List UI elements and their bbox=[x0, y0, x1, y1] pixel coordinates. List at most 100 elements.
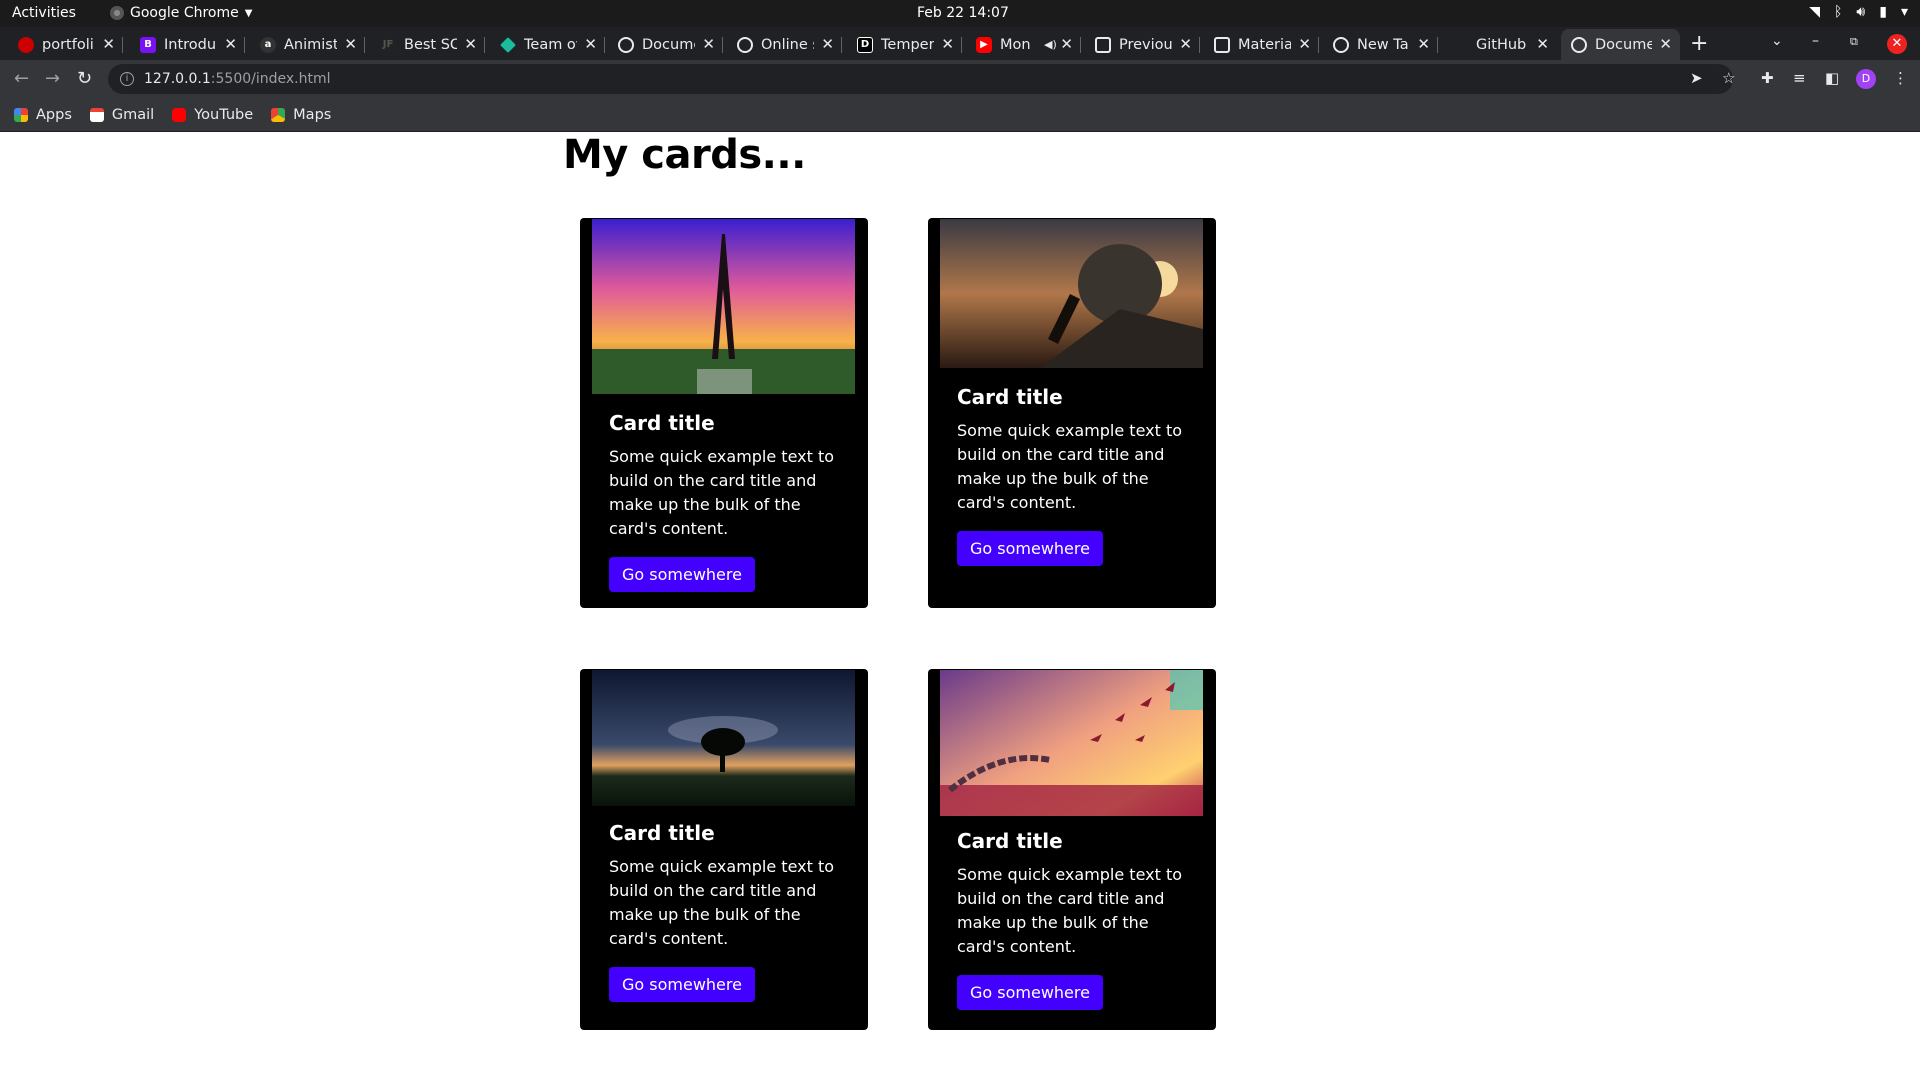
close-icon[interactable]: ✕ bbox=[821, 35, 834, 53]
tab[interactable]: D Temper ✕ bbox=[847, 29, 962, 60]
tab[interactable]: a Animist ✕ bbox=[250, 29, 365, 60]
card-title: Card title bbox=[609, 821, 715, 845]
browser-toolbar: ← → ↻ i 127.0.0.1:5500/index.html ➤ ☆ ✚ … bbox=[0, 60, 1920, 98]
profile-avatar[interactable]: D bbox=[1856, 69, 1876, 89]
card: Card title Some quick example text to bu… bbox=[580, 218, 868, 608]
url-text[interactable]: 127.0.0.1:5500/index.html bbox=[144, 71, 331, 87]
close-icon[interactable]: ✕ bbox=[1659, 35, 1672, 53]
caret-down-icon: ▼ bbox=[244, 7, 253, 19]
menu-kebab-icon[interactable]: ⋮ bbox=[1893, 69, 1908, 87]
bookmark-maps[interactable]: Maps bbox=[271, 107, 331, 123]
system-tray[interactable]: ◥ ᛒ 🔊︎ ▮ ▾ bbox=[1809, 4, 1908, 20]
close-icon[interactable]: ✕ bbox=[1417, 35, 1430, 53]
bootstrap-icon: B bbox=[140, 36, 156, 53]
close-icon[interactable]: ✕ bbox=[941, 35, 954, 53]
tab-title: Best SC bbox=[404, 36, 457, 53]
go-somewhere-button[interactable]: Go somewhere bbox=[609, 557, 755, 592]
close-icon[interactable]: ✕ bbox=[224, 35, 237, 53]
bookmark-gmail[interactable]: Gmail bbox=[89, 107, 154, 123]
close-icon[interactable]: ✕ bbox=[702, 35, 715, 53]
tab[interactable]: B Introdu ✕ bbox=[130, 29, 245, 60]
tab[interactable]: Online s ✕ bbox=[727, 29, 842, 60]
close-icon[interactable]: ✕ bbox=[1298, 35, 1311, 53]
wifi-icon[interactable]: ◥ bbox=[1809, 4, 1820, 20]
bluetooth-icon[interactable]: ᛒ bbox=[1834, 4, 1842, 20]
night-tree-image bbox=[592, 670, 855, 806]
boulder-push-image bbox=[940, 219, 1203, 368]
tab-title: Online s bbox=[761, 36, 814, 53]
tab-active[interactable]: Docume ✕ bbox=[1561, 29, 1680, 60]
portfolio-icon bbox=[18, 36, 34, 53]
bookmark-youtube[interactable]: YouTube bbox=[172, 107, 253, 123]
tab-strip: portfoli ✕ B Introdu ✕ a Animist ✕ JF Be… bbox=[0, 27, 1920, 60]
tab-title: Mon bbox=[1000, 36, 1031, 53]
chrome-icon bbox=[1333, 36, 1349, 53]
battery-icon[interactable]: ▮ bbox=[1879, 4, 1887, 20]
tray-caret-icon[interactable]: ▾ bbox=[1901, 4, 1908, 20]
tab-title: Introdu bbox=[164, 36, 217, 53]
birds-chain-image bbox=[940, 670, 1203, 816]
address-bar[interactable]: i 127.0.0.1:5500/index.html bbox=[108, 64, 1733, 94]
card-title: Card title bbox=[957, 385, 1063, 409]
new-tab-button[interactable]: + bbox=[1690, 31, 1708, 56]
go-somewhere-button[interactable]: Go somewhere bbox=[957, 531, 1103, 566]
tab-title: New Tal bbox=[1357, 36, 1410, 53]
bookmark-star-icon[interactable]: ☆ bbox=[1722, 69, 1735, 87]
bookmarks-bar: Apps Gmail YouTube Maps bbox=[0, 98, 1920, 132]
diamond-icon bbox=[500, 36, 516, 53]
tab[interactable]: Docume ✕ bbox=[608, 29, 723, 60]
card-text: Some quick example text to build on the … bbox=[957, 865, 1183, 956]
app-menu[interactable]: Google Chrome ▼ bbox=[110, 5, 252, 21]
tab-title: GitHub bbox=[1476, 36, 1527, 53]
tab[interactable]: ▶ Mon ◀) ✕ bbox=[966, 29, 1081, 60]
close-icon[interactable]: ✕ bbox=[344, 35, 357, 53]
go-somewhere-button[interactable]: Go somewhere bbox=[609, 967, 755, 1002]
close-icon[interactable]: ✕ bbox=[464, 35, 477, 53]
system-top-bar: Activities Google Chrome ▼ Feb 22 14:07 … bbox=[0, 0, 1920, 27]
forward-icon[interactable]: → bbox=[45, 68, 60, 89]
tab-title: Materia bbox=[1238, 36, 1291, 53]
card: Card title Some quick example text to bu… bbox=[928, 218, 1216, 608]
send-icon[interactable]: ➤ bbox=[1690, 69, 1703, 87]
site-info-icon[interactable]: i bbox=[120, 72, 134, 86]
bookmark-label: Maps bbox=[293, 106, 332, 123]
go-somewhere-button[interactable]: Go somewhere bbox=[957, 975, 1103, 1010]
side-panel-icon[interactable]: ◧ bbox=[1825, 69, 1839, 87]
reload-icon[interactable]: ↻ bbox=[77, 68, 92, 89]
audio-playing-icon[interactable]: ◀) bbox=[1044, 38, 1057, 51]
tab[interactable]: Previou ✕ bbox=[1085, 29, 1200, 60]
activities-button[interactable]: Activities bbox=[12, 5, 76, 21]
close-icon[interactable]: ✕ bbox=[1060, 35, 1073, 53]
tab[interactable]: New Tal ✕ bbox=[1323, 29, 1438, 60]
globe-icon bbox=[1571, 36, 1587, 53]
tab[interactable]: JF Best SC ✕ bbox=[370, 29, 485, 60]
tab[interactable]: Team ov ✕ bbox=[490, 29, 605, 60]
url-host: 127.0.0.1 bbox=[144, 71, 211, 87]
restore-icon[interactable]: ⧉ bbox=[1850, 35, 1858, 49]
clock[interactable]: Feb 22 14:07 bbox=[917, 5, 1009, 21]
minimize-icon[interactable]: – bbox=[1812, 33, 1819, 49]
card-body: Card title Some quick example text to bu… bbox=[609, 411, 844, 592]
back-icon[interactable]: ← bbox=[14, 68, 29, 89]
close-icon[interactable]: ✕ bbox=[102, 35, 115, 53]
tab-title: Previou bbox=[1119, 36, 1172, 53]
tab-title: Team ov bbox=[524, 36, 577, 53]
volume-icon[interactable]: 🔊︎ bbox=[1856, 4, 1865, 20]
close-icon[interactable]: ✕ bbox=[1536, 35, 1549, 53]
close-icon[interactable]: ✕ bbox=[1179, 35, 1192, 53]
window-close-icon[interactable]: ✕ bbox=[1887, 34, 1907, 54]
dev-icon: D bbox=[857, 36, 873, 53]
close-icon[interactable]: ✕ bbox=[584, 35, 597, 53]
media-queue-icon[interactable]: ≡ bbox=[1793, 69, 1806, 87]
bookmark-apps[interactable]: Apps bbox=[14, 107, 72, 123]
tab-search-icon[interactable]: ⌄ bbox=[1771, 33, 1783, 49]
tab-title: Docume bbox=[1595, 36, 1652, 53]
tab[interactable]: portfoli ✕ bbox=[8, 29, 123, 60]
tab[interactable]: Materia ✕ bbox=[1204, 29, 1319, 60]
bookmark-label: YouTube bbox=[194, 106, 254, 123]
codepen-icon bbox=[1214, 36, 1230, 53]
bookmark-label: Apps bbox=[36, 106, 72, 123]
extensions-icon[interactable]: ✚ bbox=[1761, 69, 1774, 87]
tab[interactable]: GitHub ✕ bbox=[1442, 29, 1557, 60]
card-body: Card title Some quick example text to bu… bbox=[609, 821, 844, 1002]
